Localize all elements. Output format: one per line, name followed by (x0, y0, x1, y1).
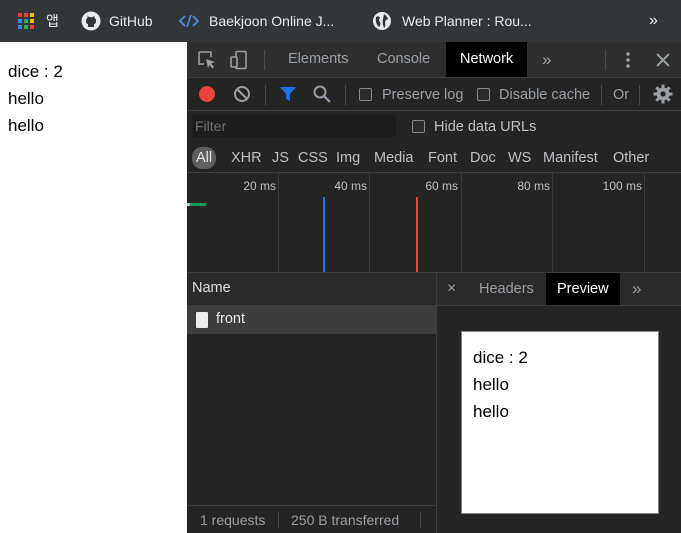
toolbar-separator (265, 85, 266, 105)
preserve-log-checkbox[interactable] (359, 88, 372, 101)
overview-gridline (461, 173, 462, 272)
page-line: dice : 2 (8, 62, 63, 81)
tab-console[interactable]: Console (363, 42, 444, 77)
code-brackets-icon (179, 14, 199, 28)
filter-input[interactable] (192, 115, 396, 137)
overview-tick-label: 20 ms (243, 179, 276, 193)
bookmark-github[interactable]: GitHub (81, 0, 153, 42)
type-filter-font[interactable]: Font (428, 147, 457, 169)
tab-elements[interactable]: Elements (274, 42, 362, 77)
apps-grid-icon (18, 13, 34, 29)
type-filter-other[interactable]: Other (613, 147, 649, 169)
close-devtools-icon[interactable] (653, 50, 673, 70)
resource-type-filters: All XHR JS CSS Img Media Font Doc WS Man… (187, 143, 681, 173)
load-event-marker (416, 197, 418, 272)
page-line: hello (8, 116, 44, 135)
devtools-panel: Elements Console Network » Preserve log … (187, 42, 681, 533)
preview-line: dice : 2 (473, 348, 528, 367)
inspect-element-icon[interactable] (197, 50, 217, 70)
request-list-header[interactable]: Name (187, 273, 436, 306)
toolbar-separator (639, 85, 640, 105)
clear-icon[interactable] (232, 84, 252, 104)
transferred-size: 250 B transferred (291, 512, 400, 528)
response-preview: dice : 2 hello hello (461, 331, 659, 514)
bookmark-web-planner-label: Web Planner : Rou... (402, 13, 532, 29)
record-icon[interactable] (197, 84, 217, 104)
network-overview[interactable]: 20 ms 40 ms 60 ms 80 ms 100 ms (187, 173, 681, 273)
disable-cache-label[interactable]: Disable cache (499, 85, 590, 105)
network-status-bar: 1 requests 250 B transferred (187, 505, 436, 533)
tabbar-separator (605, 50, 606, 70)
tab-headers[interactable]: Headers (479, 273, 534, 305)
type-filter-manifest[interactable]: Manifest (543, 147, 598, 169)
more-tabs-button[interactable]: » (528, 42, 565, 77)
type-filter-xhr[interactable]: XHR (231, 147, 262, 169)
hide-data-urls-label[interactable]: Hide data URLs (434, 117, 536, 137)
bookmark-apps-label: 앱 (46, 13, 59, 29)
page-content: dice : 2 hello hello (0, 42, 187, 533)
bookmark-apps[interactable]: 앱 (18, 0, 59, 42)
type-filter-js[interactable]: JS (272, 147, 289, 169)
overview-tick-label: 100 ms (602, 179, 642, 193)
tab-preview[interactable]: Preview (546, 273, 620, 305)
status-separator (278, 512, 279, 528)
request-timing-bar (189, 203, 206, 206)
overview-gridline (644, 173, 645, 272)
more-details-tabs-button[interactable]: » (632, 273, 641, 305)
globe-icon (373, 12, 391, 30)
document-icon (196, 312, 208, 328)
overview-tick-label: 60 ms (425, 179, 458, 193)
disable-cache-checkbox[interactable] (477, 88, 490, 101)
request-name: front (216, 311, 246, 327)
overview-tick-label: 40 ms (334, 179, 367, 193)
toolbar-separator (601, 85, 602, 105)
filter-row: Hide data URLs (187, 111, 681, 143)
overview-tick-label: 80 ms (517, 179, 550, 193)
type-filter-all[interactable]: All (192, 147, 217, 169)
toolbar-separator (345, 85, 346, 105)
network-toolbar: Preserve log Disable cache Or (187, 78, 681, 111)
type-filter-media[interactable]: Media (374, 147, 414, 169)
bookmark-web-planner[interactable]: Web Planner : Rou... (372, 0, 532, 42)
bookmark-baekjoon[interactable]: Baekjoon Online J... (179, 0, 334, 42)
throttling-select[interactable]: Or (613, 85, 629, 105)
panel-divider[interactable] (436, 273, 437, 533)
kebab-menu-icon[interactable] (618, 50, 638, 70)
page-line: hello (8, 89, 44, 108)
bookmarks-bar: 앱 GitHub Baekjoon Online J... Web Planne… (0, 0, 681, 42)
device-toolbar-icon[interactable] (229, 50, 249, 70)
details-tabbar: × Headers Preview » (437, 273, 681, 306)
github-icon (81, 11, 101, 31)
type-filter-img[interactable]: Img (336, 147, 360, 169)
bookmark-baekjoon-label: Baekjoon Online J... (209, 13, 335, 29)
bookmarks-overflow-label: » (649, 12, 658, 29)
preview-line: hello (473, 375, 509, 394)
close-details-button[interactable]: × (447, 273, 456, 305)
request-row[interactable]: front (187, 306, 436, 334)
overview-gridline (552, 173, 553, 272)
request-timing-bar (187, 203, 190, 206)
type-filter-doc[interactable]: Doc (470, 147, 496, 169)
hide-data-urls-checkbox[interactable] (412, 120, 425, 133)
filter-icon[interactable] (278, 84, 298, 104)
gear-icon[interactable] (653, 84, 673, 104)
preserve-log-label[interactable]: Preserve log (382, 85, 463, 105)
type-filter-ws[interactable]: WS (508, 147, 531, 169)
overview-gridline (278, 173, 279, 272)
name-column-header[interactable]: Name (192, 280, 231, 296)
type-filter-css[interactable]: CSS (298, 147, 328, 169)
dom-content-loaded-marker (323, 197, 325, 272)
tabbar-separator (264, 50, 265, 70)
tab-network[interactable]: Network (446, 42, 528, 77)
status-separator (420, 512, 421, 528)
overview-gridline (369, 173, 370, 272)
search-icon[interactable] (312, 84, 332, 104)
bookmarks-overflow-button[interactable]: » (649, 0, 658, 42)
devtools-tabbar: Elements Console Network » (187, 42, 681, 78)
bookmark-github-label: GitHub (109, 13, 153, 29)
requests-count: 1 requests (200, 512, 266, 528)
preview-line: hello (473, 402, 509, 421)
